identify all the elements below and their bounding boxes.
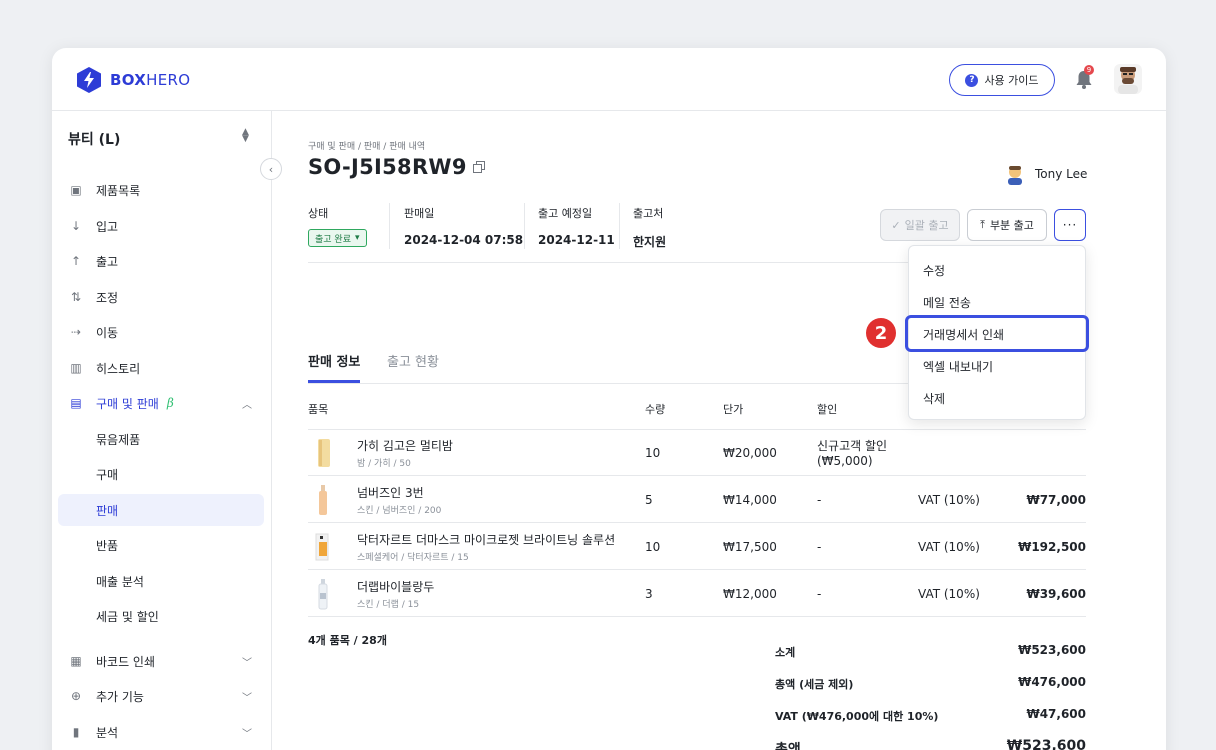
user-guide-label: 사용 가이드	[984, 74, 1039, 87]
column-header-discount: 할인	[817, 403, 838, 416]
divider	[619, 203, 620, 249]
tab-sales-info[interactable]: 판매 정보	[308, 351, 360, 370]
sidebar-item-bundles[interactable]: 묶음제품	[58, 423, 264, 455]
status-badge[interactable]: 출고 완료 ▾	[308, 229, 367, 247]
table-row[interactable]: 넘버즈인 3번 스킨 / 넘버즈인 / 200 5 ₩14,000 - VAT …	[308, 477, 1086, 523]
box-icon: ▣	[70, 183, 82, 197]
sidebar-item-move[interactable]: ⇢ 이동	[58, 316, 264, 348]
plus-circle-icon: ⊕	[70, 689, 82, 703]
sidebar-item-tax-discount[interactable]: 세금 및 할인	[58, 600, 264, 632]
chevron-down-icon: ﹀	[242, 728, 252, 740]
ship-date-field: 출고 예정일 2024-12-11	[538, 207, 615, 247]
boxhero-logo-icon	[77, 67, 101, 93]
sidebar-item-sales-analysis[interactable]: 매출 분석	[58, 565, 264, 597]
beta-badge: β	[166, 396, 174, 410]
sidebar-item-barcode[interactable]: ▦ 바코드 인쇄 ﹀	[58, 645, 264, 677]
product-thumbnail	[318, 439, 330, 467]
total-value: ₩523,600	[1006, 738, 1086, 750]
sidebar-item-addons[interactable]: ⊕ 추가 기능 ﹀	[58, 680, 264, 712]
product-thumbnail	[319, 485, 327, 515]
sidebar: 뷰티 (L) ▲ ▼ ▣ 제품목록 ↓ 입고 ↑ 출고 ⇅ 조정 ⇢ 이동 ▥ 히…	[52, 111, 272, 750]
document-icon: ▤	[70, 396, 82, 410]
menu-item-send-email[interactable]: 메일 전송	[923, 294, 971, 311]
chevron-left-icon: ‹	[268, 162, 274, 176]
owner: Tony Lee	[1005, 163, 1087, 185]
caret-down-icon: ▾	[354, 233, 360, 243]
step-number-badge: 2	[866, 318, 896, 348]
menu-item-highlight	[905, 315, 1089, 352]
product-thumbnail	[318, 579, 328, 610]
bar-chart-icon: ▮	[72, 725, 80, 739]
item-count-summary: 4개 품목 / 28개	[308, 634, 387, 647]
product-thumbnail	[315, 533, 329, 561]
vat-value: ₩47,600	[1026, 707, 1086, 721]
ship-all-button[interactable]: ✓ 일괄 출고	[880, 209, 960, 241]
workspace-switch-icon[interactable]: ▲ ▼	[242, 128, 249, 144]
status-field: 상태 출고 완료 ▾	[308, 205, 367, 247]
menu-item-export-excel[interactable]: 엑셀 내보내기	[923, 358, 993, 375]
arrow-down-icon: ↓	[70, 219, 82, 233]
chevron-up-icon: ︿	[242, 399, 252, 411]
sidebar-item-products[interactable]: ▣ 제품목록	[58, 174, 264, 206]
sale-date-field: 판매일 2024-12-04 07:58	[404, 207, 524, 247]
sidebar-collapse-button[interactable]: ‹	[260, 158, 282, 180]
swap-vertical-icon: ⇅	[70, 290, 82, 304]
workspace-name[interactable]: 뷰티 (L)	[68, 129, 120, 149]
arrow-up-icon: ↑	[70, 254, 82, 268]
menu-item-delete[interactable]: 삭제	[923, 390, 945, 407]
divider	[389, 203, 390, 249]
divider	[524, 203, 525, 249]
sidebar-item-returns[interactable]: 반품	[58, 529, 264, 561]
logo[interactable]: BOXHERO	[76, 66, 190, 94]
table-row[interactable]: 닥터자르트 더마스크 마이크로젯 브라이트닝 솔루션 스페셜케어 / 닥터자르트…	[308, 524, 1086, 570]
barcode-icon: ▦	[70, 654, 82, 668]
sidebar-item-purchase[interactable]: 구매	[58, 458, 264, 490]
more-icon: ···	[1062, 218, 1078, 232]
notification-badge: 9	[1084, 65, 1094, 75]
chevron-down-icon: ﹀	[242, 692, 252, 704]
partial-ship-button[interactable]: ⤒ 부분 출고	[967, 209, 1047, 241]
copy-icon[interactable]	[472, 161, 485, 173]
chevron-down-icon: ﹀	[242, 657, 252, 669]
owner-avatar	[1005, 163, 1025, 185]
history-icon: ▥	[70, 361, 82, 375]
divider	[308, 262, 908, 263]
help-icon: ?	[965, 73, 979, 87]
more-options-button[interactable]: ···	[1054, 209, 1086, 241]
user-guide-button[interactable]: ? 사용 가이드	[949, 64, 1055, 96]
column-header-qty: 수량	[645, 403, 666, 416]
table-row[interactable]: 더랩바이블랑두 스킨 / 더랩 / 15 3 ₩12,000 - VAT (10…	[308, 571, 1086, 617]
sidebar-item-adjust[interactable]: ⇅ 조정	[58, 281, 264, 313]
sidebar-item-outbound[interactable]: ↑ 출고	[58, 245, 264, 277]
sidebar-item-sales[interactable]: 판매	[58, 494, 264, 526]
pretax-value: ₩476,000	[1018, 675, 1086, 689]
pretax-label: 총액 (세금 제외)	[775, 678, 854, 691]
subtotal-label: 소계	[775, 646, 796, 659]
menu-item-edit[interactable]: 수정	[923, 262, 945, 279]
vat-label: VAT (₩476,000에 대한 10%)	[775, 710, 939, 723]
sidebar-item-analytics[interactable]: ▮ 분석 ﹀	[58, 716, 264, 748]
upload-icon: ⤒	[980, 218, 985, 231]
sidebar-item-history[interactable]: ▥ 히스토리	[58, 352, 264, 384]
column-header-price: 단가	[723, 403, 744, 416]
subtotal-value: ₩523,600	[1018, 643, 1086, 657]
logo-text: BOXHERO	[110, 71, 191, 89]
destination-field: 출고처 한지원	[633, 207, 667, 249]
page-title: SO-J5I58RW9	[308, 155, 485, 179]
sidebar-item-inbound[interactable]: ↓ 입고	[58, 210, 264, 242]
table-row[interactable]: 가히 김고은 멀티밤 밤 / 가히 / 50 10 ₩20,000 신규고객 할…	[308, 430, 1086, 476]
top-bar: BOXHERO ? 사용 가이드 9	[52, 48, 1166, 111]
column-header-item: 품목	[308, 403, 329, 416]
sidebar-item-purchase-sales[interactable]: ▤ 구매 및 판매 β ︿	[58, 387, 264, 419]
user-avatar[interactable]	[1114, 64, 1142, 94]
total-label: 총액	[775, 742, 801, 750]
tab-shipment-status[interactable]: 출고 현황	[387, 351, 439, 370]
arrow-right-dashed-icon: ⇢	[70, 325, 82, 339]
check-icon: ✓	[891, 218, 901, 232]
breadcrumb: 구매 및 판매 / 판매 / 판매 내역	[308, 142, 426, 152]
